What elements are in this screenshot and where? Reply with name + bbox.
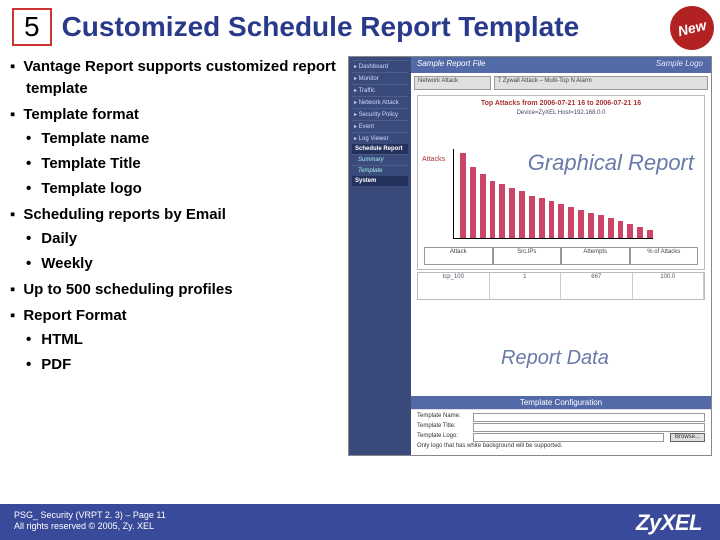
bar <box>470 167 476 238</box>
bullet-item: Vantage Report supports customized repor… <box>26 56 348 100</box>
bar <box>480 174 486 238</box>
slide-body: Vantage Report supports customized repor… <box>0 48 720 456</box>
report-name: 7 Zywall Attack – Multi-Top N Alarm <box>494 76 708 90</box>
overlay-reportdata: Report Data <box>501 347 609 370</box>
chart-subtitle: Device=ZyXEL Host=192.168.0.0 <box>418 110 704 116</box>
slide-footer: PSG_ Security (VRPT 2. 3) – Page 11 All … <box>0 496 720 540</box>
sub-bullet: Template logo <box>44 178 348 200</box>
bar <box>608 218 614 238</box>
label-template-name: Template Name: <box>417 413 467 422</box>
legend-col: % of Attacks <box>630 247 699 265</box>
config-form: Template Name: Template Title: Template … <box>411 409 711 455</box>
cell: tcp_100 <box>418 273 490 299</box>
bar <box>529 196 535 239</box>
report-category: Network Attack <box>414 76 491 90</box>
nav-item[interactable]: ▸ Log Viewer <box>352 132 408 144</box>
cell: 667 <box>561 273 633 299</box>
report-breadcrumb: Network Attack 7 Zywall Attack – Multi-T… <box>411 73 711 93</box>
chart-area: Top Attacks from 2006-07-21 16 to 2006-0… <box>417 95 705 270</box>
bar <box>549 201 555 238</box>
bar <box>558 204 564 238</box>
slide-number-box: 5 <box>12 8 52 46</box>
legend-col: Attempts <box>561 247 630 265</box>
chart-title: Top Attacks from 2006-07-21 16 to 2006-0… <box>418 100 704 107</box>
nav-template[interactable]: Template <box>352 165 408 176</box>
cell: 1 <box>490 273 562 299</box>
nav-item[interactable]: ▸ Security Policy <box>352 108 408 120</box>
input-template-title[interactable] <box>473 423 705 432</box>
label-template-logo: Template Logo: <box>417 433 467 442</box>
footer-text: PSG_ Security (VRPT 2. 3) – Page 11 All … <box>14 510 166 536</box>
legend-col: Attack <box>424 247 493 265</box>
sub-bullet: Template name <box>44 128 348 150</box>
bar <box>637 227 643 238</box>
report-titlebar: Sample Report File Sample Logo <box>411 57 711 73</box>
nav-item[interactable]: ▸ Traffic <box>352 84 408 96</box>
input-template-name[interactable] <box>473 413 705 422</box>
sub-bullet: PDF <box>44 354 348 376</box>
slide-title: Customized Schedule Report Template <box>62 11 580 43</box>
overlay-graphical: Graphical Report <box>528 151 694 174</box>
bar <box>568 207 574 238</box>
bar <box>519 191 525 238</box>
chart-legend: Attack Src.IPs Attempts % of Attacks <box>418 247 704 265</box>
nav-schedule-header: Schedule Report <box>352 144 408 154</box>
nav-item[interactable]: ▸ Event <box>352 120 408 132</box>
bar <box>499 184 505 238</box>
sub-bullet: Daily <box>44 228 348 250</box>
nav-summary[interactable]: Summary <box>352 154 408 165</box>
bar <box>539 198 545 238</box>
sub-bullet: HTML <box>44 329 348 351</box>
bar <box>588 213 594 239</box>
bar <box>490 181 496 238</box>
data-table: tcp_100 1 667 100.0 <box>417 272 705 300</box>
bar <box>578 210 584 238</box>
label-template-title: Template Title: <box>417 423 467 432</box>
nav-item[interactable]: ▸ Network Attack <box>352 96 408 108</box>
bullet-item: Up to 500 scheduling profiles <box>26 279 348 301</box>
legend-col: Src.IPs <box>493 247 562 265</box>
bullet-item: Report FormatHTMLPDF <box>26 305 348 376</box>
chart-ylabel: Attacks <box>422 156 445 163</box>
input-template-logo[interactable] <box>473 433 664 442</box>
brand-logo: ZyXEL <box>636 510 702 536</box>
config-header: Template Configuration <box>411 396 711 409</box>
slide-header: 5 Customized Schedule Report Template <box>0 0 720 48</box>
bar <box>647 230 653 239</box>
config-note: Only logo that has white background will… <box>417 443 705 449</box>
bar <box>598 215 604 238</box>
bullet-item: Scheduling reports by EmailDailyWeekly <box>26 204 348 275</box>
browse-button[interactable]: Browse... <box>670 433 705 442</box>
bullet-item: Template formatTemplate nameTemplate Tit… <box>26 104 348 200</box>
bar <box>509 188 515 238</box>
nav-system-header: System <box>352 176 408 186</box>
sidebar-nav: ▸ Dashboard▸ Monitor▸ Traffic▸ Network A… <box>349 57 411 455</box>
nav-item[interactable]: ▸ Dashboard <box>352 60 408 72</box>
bullet-list: Vantage Report supports customized repor… <box>8 56 348 456</box>
bar <box>618 221 624 238</box>
nav-item[interactable]: ▸ Monitor <box>352 72 408 84</box>
cell: 100.0 <box>633 273 705 299</box>
sub-bullet: Template Title <box>44 153 348 175</box>
sample-logo: Sample Logo <box>656 59 703 68</box>
bar <box>460 153 466 238</box>
bar <box>627 224 633 238</box>
sub-bullet: Weekly <box>44 253 348 275</box>
app-screenshot: ▸ Dashboard▸ Monitor▸ Traffic▸ Network A… <box>348 56 712 456</box>
